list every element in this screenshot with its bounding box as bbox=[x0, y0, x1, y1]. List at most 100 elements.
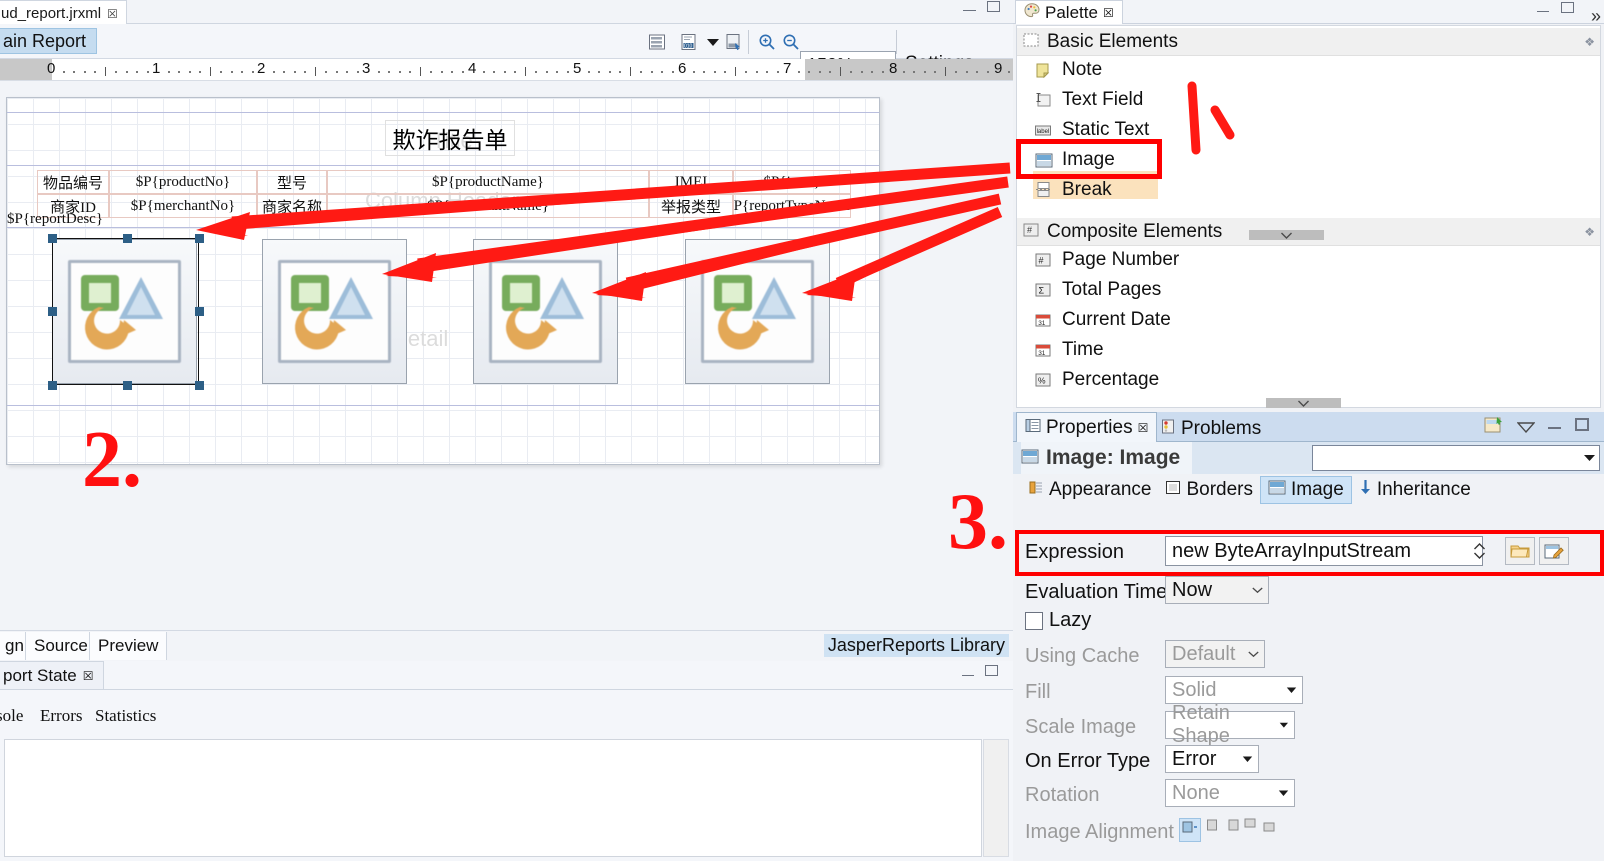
palette-item-image[interactable]: Image bbox=[1035, 146, 1115, 174]
resize-handle[interactable] bbox=[195, 381, 204, 390]
dropdown-caret-icon[interactable] bbox=[702, 31, 724, 53]
expression-spinner[interactable] bbox=[1473, 538, 1486, 564]
table-cell[interactable]: 物品编号 bbox=[37, 170, 109, 194]
subtab-borders[interactable]: Borders bbox=[1158, 476, 1260, 504]
subtab-console[interactable]: sole bbox=[0, 706, 23, 726]
maximize-button[interactable] bbox=[1575, 418, 1589, 431]
using-cache-select[interactable]: Default bbox=[1165, 640, 1265, 668]
close-icon[interactable]: ☒ bbox=[1138, 421, 1149, 435]
scale-image-select[interactable]: Retain Shape bbox=[1165, 702, 1295, 747]
palette-item-page-number[interactable]: # Page Number bbox=[1035, 246, 1179, 274]
rotation-select[interactable]: None bbox=[1165, 779, 1295, 807]
close-icon[interactable]: ☒ bbox=[107, 7, 118, 21]
table-cell-text: $P{reportTypeName} bbox=[733, 197, 851, 214]
lazy-checkbox[interactable] bbox=[1025, 612, 1043, 630]
resize-handle[interactable] bbox=[123, 381, 132, 390]
browse-folder-button[interactable] bbox=[1505, 537, 1535, 565]
zoom-out-icon[interactable] bbox=[780, 31, 802, 53]
image-alignment-buttons[interactable] bbox=[1179, 818, 1277, 842]
expression-value: new ByteArrayInputStream bbox=[1172, 539, 1411, 562]
table-cell[interactable]: $P{productName} bbox=[327, 170, 649, 194]
resize-handle[interactable] bbox=[195, 234, 204, 243]
palette-item-note[interactable]: Note bbox=[1035, 56, 1102, 84]
zoom-in-icon[interactable] bbox=[756, 31, 778, 53]
editor-tab-strip: ud_report.jrxml ☒ bbox=[0, 0, 1013, 24]
properties-element-combo[interactable] bbox=[1312, 445, 1600, 471]
table-cell[interactable]: IMEI bbox=[649, 170, 733, 194]
on-error-type-select[interactable]: Error bbox=[1165, 745, 1259, 773]
palette-group-basic[interactable]: Basic Elements ❖ bbox=[1017, 28, 1600, 56]
minimize-button[interactable] bbox=[963, 4, 976, 11]
table-cell[interactable]: $P{reportTypeName} bbox=[733, 194, 851, 218]
compile-icon[interactable] bbox=[724, 31, 746, 53]
table-cell[interactable]: $P{productNo} bbox=[109, 170, 257, 194]
palette-group-expand-icon[interactable]: ❖ bbox=[1584, 35, 1595, 49]
subtab-inheritance[interactable]: Inheritance bbox=[1352, 476, 1478, 504]
console-output[interactable] bbox=[4, 739, 982, 857]
palette-collapse-composite[interactable] bbox=[1266, 398, 1341, 408]
resize-handle[interactable] bbox=[123, 234, 132, 243]
palette-tab[interactable]: Palette ☒ bbox=[1015, 0, 1123, 24]
table-cell[interactable]: $P{merchantName} bbox=[327, 194, 649, 218]
minimize-button[interactable] bbox=[1548, 422, 1561, 429]
close-icon[interactable]: ☒ bbox=[83, 669, 94, 683]
main-report-tab[interactable]: ain Report bbox=[0, 28, 98, 54]
tab-properties[interactable]: Properties ☒ bbox=[1016, 412, 1158, 442]
image-element-4[interactable] bbox=[685, 239, 830, 384]
lazy-label: Lazy bbox=[1049, 609, 1092, 631]
report-desc-element[interactable]: $P{reportDesc} bbox=[7, 208, 167, 230]
more-tabs-icon[interactable]: » bbox=[1591, 6, 1601, 27]
palette-item-current-date[interactable]: 31 Current Date bbox=[1035, 306, 1171, 334]
palette-item-break[interactable]: Break bbox=[1035, 176, 1112, 204]
report-title-element[interactable]: 欺诈报告单 bbox=[385, 120, 515, 156]
fill-select[interactable]: Solid bbox=[1165, 676, 1303, 704]
report-state-tab[interactable]: port State ☒ bbox=[0, 661, 105, 689]
table-cell[interactable]: 型号 bbox=[257, 170, 327, 194]
maximize-button[interactable] bbox=[985, 665, 998, 676]
view-menu-icon[interactable] bbox=[1516, 420, 1536, 438]
tab-problems[interactable]: Problems bbox=[1153, 416, 1269, 442]
console-scrollbar[interactable] bbox=[983, 739, 1009, 857]
palette-group-expand-icon[interactable]: ❖ bbox=[1584, 225, 1595, 239]
table-cell[interactable]: $P{imei} bbox=[733, 170, 851, 194]
subtab-image[interactable]: Image bbox=[1260, 476, 1352, 504]
subtab-appearance[interactable]: Appearance bbox=[1021, 476, 1158, 504]
table-cell[interactable]: 商家名称 bbox=[257, 194, 327, 218]
report-page[interactable]: Title Column Header Detail 欺诈报告单 物品编号 $P{… bbox=[6, 97, 880, 465]
close-icon[interactable]: ☒ bbox=[1103, 6, 1114, 20]
new-view-icon[interactable] bbox=[1483, 415, 1505, 440]
tab-source[interactable]: Source bbox=[25, 632, 97, 660]
maximize-button[interactable] bbox=[1561, 2, 1574, 13]
subtab-errors[interactable]: Errors bbox=[40, 706, 82, 726]
palette-collapse-basic[interactable] bbox=[1249, 230, 1324, 240]
chevron-down-icon bbox=[1242, 756, 1253, 762]
image-element-2[interactable] bbox=[262, 239, 407, 384]
bands-icon[interactable] bbox=[646, 31, 668, 53]
evaluation-time-select[interactable]: Now bbox=[1165, 576, 1269, 604]
expression-input[interactable]: new ByteArrayInputStream bbox=[1165, 536, 1483, 566]
design-canvas[interactable]: Title Column Header Detail 欺诈报告单 物品编号 $P{… bbox=[0, 81, 1013, 621]
resize-handle[interactable] bbox=[195, 307, 204, 316]
subtab-statistics[interactable]: Statistics bbox=[95, 706, 156, 726]
maximize-button[interactable] bbox=[987, 1, 1000, 12]
resize-handle[interactable] bbox=[48, 234, 57, 243]
palette-item-time[interactable]: 31 Time bbox=[1035, 336, 1104, 364]
image-element-3[interactable] bbox=[473, 239, 618, 384]
minimize-button[interactable] bbox=[1537, 5, 1549, 12]
resize-handle[interactable] bbox=[48, 307, 57, 316]
editor-tab-ud-report[interactable]: ud_report.jrxml ☒ bbox=[0, 0, 127, 24]
page-number-icon: # bbox=[1035, 252, 1054, 269]
datasource-icon[interactable]: 010 bbox=[678, 31, 700, 53]
field-label: Expression bbox=[1025, 541, 1124, 563]
palette-item-static-text[interactable]: label Static Text bbox=[1035, 116, 1149, 144]
palette-item-total-pages[interactable]: Σ Total Pages bbox=[1035, 276, 1161, 304]
minimize-button[interactable] bbox=[962, 669, 974, 676]
tab-preview[interactable]: Preview bbox=[89, 632, 168, 660]
edit-expression-button[interactable] bbox=[1539, 537, 1569, 565]
table-cell[interactable]: 举报类型 bbox=[649, 194, 733, 218]
subtab-label: Image bbox=[1291, 479, 1344, 500]
resize-handle[interactable] bbox=[48, 381, 57, 390]
select-value: Solid bbox=[1172, 678, 1217, 701]
palette-item-text-field[interactable]: Text Field bbox=[1035, 86, 1143, 114]
palette-item-percentage[interactable]: % Percentage bbox=[1035, 366, 1159, 394]
